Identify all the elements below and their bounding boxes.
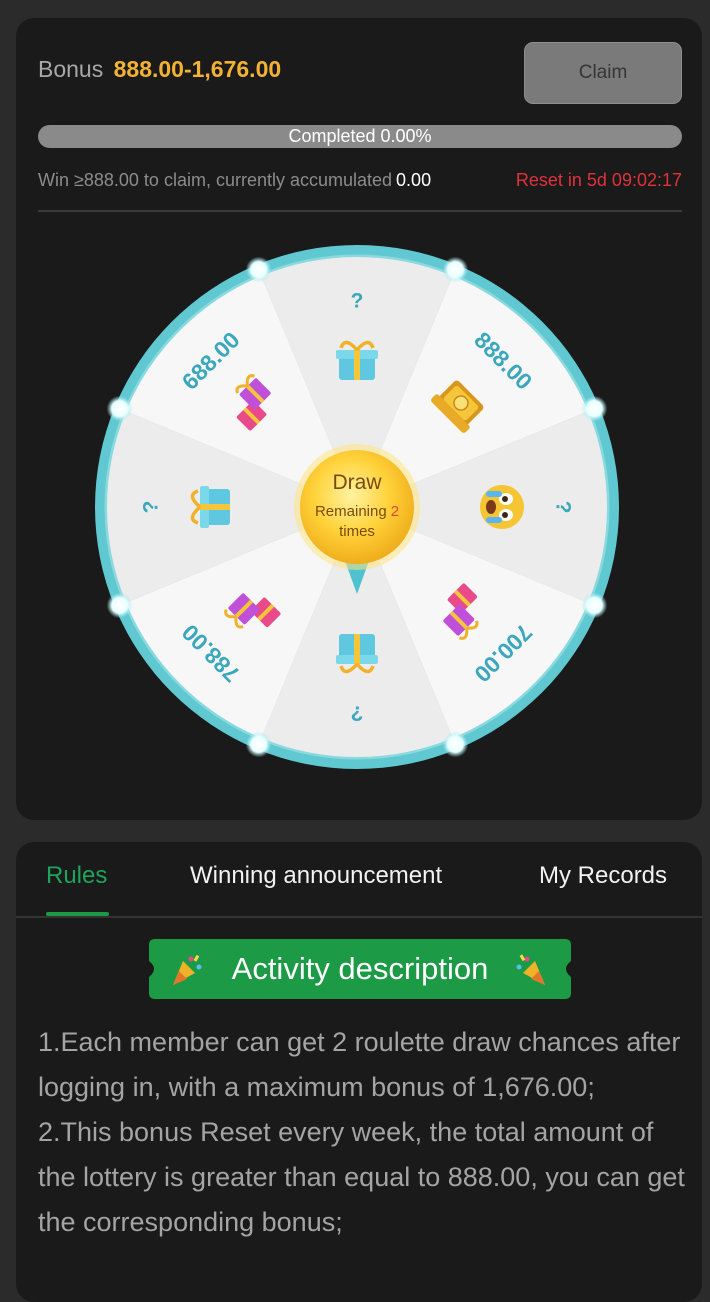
rule-paragraph-1: 1.Each member can get 2 roulette draw ch…	[38, 1027, 681, 1102]
bonus-header: Bonus 888.00-1,676.00	[38, 56, 281, 83]
tab-my-records[interactable]: My Records	[539, 862, 667, 890]
rule-paragraph-2: 2.This bonus Reset every week, the total…	[38, 1117, 685, 1237]
activity-description-banner: Activity description	[149, 939, 571, 999]
tab-rules[interactable]: Rules	[46, 862, 107, 890]
crying-face-icon	[480, 485, 524, 529]
remaining-prefix: Remaining	[314, 503, 387, 520]
reset-countdown: Reset in 5d 09:02:17	[515, 170, 682, 190]
claim-button[interactable]: Claim	[524, 42, 682, 104]
gift-box-icon	[190, 486, 230, 528]
segment-label: ?	[551, 501, 574, 514]
activity-description-text: 1.Each member can get 2 roulette draw ch…	[38, 1020, 688, 1245]
segment-label: ?	[351, 701, 364, 724]
remaining-times: Remaining 2 times	[300, 502, 414, 542]
bonus-range: 888.00-1,676.00	[113, 56, 282, 82]
remaining-count: 2	[390, 503, 400, 520]
rules-card: Rules Winning announcement My Records Ac…	[16, 842, 702, 1302]
activity-description-title: Activity description	[231, 951, 489, 986]
accumulated-amount: 0.00	[396, 170, 432, 190]
rim-light	[245, 731, 272, 758]
gift-box-icon	[336, 340, 378, 380]
rim-light	[581, 592, 608, 619]
party-popper-icon	[516, 954, 545, 985]
rim-light	[106, 395, 133, 422]
progress-text: Completed 0.00%	[288, 126, 432, 146]
remaining-suffix: times	[339, 523, 375, 540]
segment-label: ?	[351, 290, 364, 313]
divider	[38, 210, 682, 212]
rim-light	[245, 256, 272, 283]
win-requirement-text: Win ≥888.00 to claim, currently accumula…	[38, 170, 393, 190]
rim-light	[442, 731, 469, 758]
rim-light	[442, 256, 469, 283]
draw-label: Draw	[332, 471, 382, 494]
progress-bar: Completed 0.00%	[38, 125, 682, 148]
tab-divider	[16, 916, 702, 918]
bonus-label: Bonus	[38, 56, 104, 82]
rim-light	[581, 395, 608, 422]
draw-button[interactable]: Draw Remaining 2 times	[300, 451, 414, 565]
tab-winning-announcement[interactable]: Winning announcement	[190, 862, 442, 890]
gift-box-icon	[336, 634, 378, 674]
rim-light	[106, 592, 133, 619]
win-requirement: Win ≥888.00 to claim, currently accumula…	[38, 170, 431, 191]
segment-label: ?	[140, 501, 163, 514]
